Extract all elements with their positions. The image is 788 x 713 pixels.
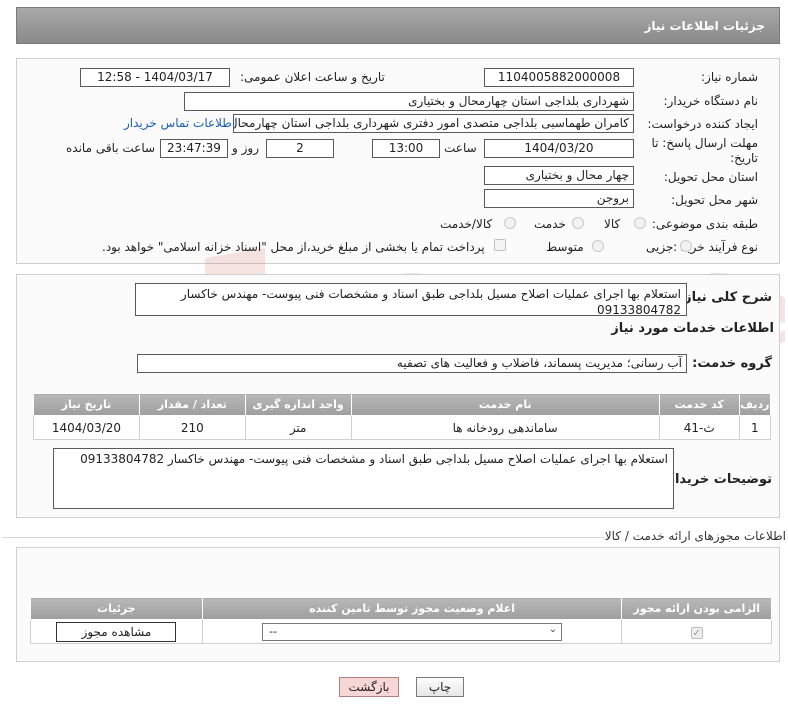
category-option-goods-service: کالا/خدمت xyxy=(440,217,493,231)
deadline-time-field: 13:00 xyxy=(372,139,440,158)
cell-quantity: 210 xyxy=(138,415,246,440)
buyer-contact-link[interactable]: اطلاعات تماس خریدار xyxy=(124,116,235,130)
city-label: شهر محل تحویل: xyxy=(671,193,758,207)
category-option-goods: کالا xyxy=(604,217,621,231)
col-service-code: کد خدمت xyxy=(658,393,740,416)
services-section-title: اطلاعات خدمات مورد نیاز xyxy=(611,321,774,336)
need-number-field: 1104005882000008 xyxy=(484,68,634,87)
province-field: چهار محال و بختیاری xyxy=(484,166,634,185)
permits-divider xyxy=(2,537,604,538)
page-header: جزئیات اطلاعات نیاز xyxy=(16,7,780,44)
category-option-service: خدمت xyxy=(534,217,566,231)
col-service-name: نام خدمت xyxy=(350,393,660,416)
treasury-payment-checkbox[interactable] xyxy=(494,239,506,251)
permits-table-header: الزامی بودن ارائه مجوز اعلام وضعیت مجوز … xyxy=(30,597,772,620)
service-group-field: آب رسانی؛ مدیریت پسماند، فاضلاب و فعالیت… xyxy=(137,354,687,373)
need-number-label: شماره نیاز: xyxy=(701,70,758,84)
cell-permit-details: مشاهده مجوز xyxy=(30,619,203,644)
process-radio-minor[interactable] xyxy=(680,240,692,252)
days-label: روز و xyxy=(232,141,259,155)
permit-status-select[interactable]: -- ⌄ xyxy=(262,622,563,641)
announce-datetime-field: 1404/03/17 - 12:58 xyxy=(80,68,230,87)
table-row: ✓ -- ⌄ مشاهده مجوز xyxy=(30,619,772,644)
buyer-org-label: نام دستگاه خریدار: xyxy=(663,94,759,108)
city-field: بروجن xyxy=(484,189,634,208)
col-need-date: تاریخ نیاز xyxy=(33,393,140,416)
chevron-down-icon: ⌄ xyxy=(548,623,558,635)
remaining-time-label: ساعت باقی مانده xyxy=(66,141,156,155)
cell-service-code: ث-41 xyxy=(658,415,740,440)
page-title: جزئیات اطلاعات نیاز xyxy=(644,19,765,33)
deadline-time-label: ساعت xyxy=(444,141,477,155)
summary-label: شرح کلی نیاز: xyxy=(678,290,772,305)
service-group-label: گروه خدمت: xyxy=(692,356,772,371)
creator-label: ایجاد کننده درخواست: xyxy=(647,117,758,131)
cell-permit-status: -- ⌄ xyxy=(201,619,623,644)
col-unit: واحد اندازه گیری xyxy=(244,393,352,416)
col-permit-details: جزئیات xyxy=(30,597,203,620)
permits-section-title: اطلاعات مجوزهای ارائه خدمت / کالا xyxy=(604,529,786,543)
creator-field: کامران طهماسبی بلداجی متصدی امور دفتری ش… xyxy=(233,114,634,133)
buyer-notes-label: توضیحات خریدار: xyxy=(662,472,772,487)
col-row: ردیف xyxy=(738,393,772,416)
process-option-minor: جزیی xyxy=(646,240,674,254)
view-permit-button[interactable]: مشاهده مجوز xyxy=(56,621,177,642)
services-table: ردیف کد خدمت نام خدمت واحد اندازه گیری ت… xyxy=(33,393,772,440)
col-permit-required: الزامی بودن ارائه مجوز xyxy=(621,597,772,620)
services-table-header: ردیف کد خدمت نام خدمت واحد اندازه گیری ت… xyxy=(33,393,772,416)
cell-row: 1 xyxy=(738,415,772,440)
permits-table: الزامی بودن ارائه مجوز اعلام وضعیت مجوز … xyxy=(30,597,772,644)
back-button[interactable]: بازگشت xyxy=(339,677,399,697)
buyer-org-field: شهرداری بلداجی استان چهارمحال و بختیاری xyxy=(184,92,634,111)
buyer-notes-textarea[interactable]: استعلام بها اجرای عملیات اصلاح مسیل بلدا… xyxy=(53,448,674,509)
category-label: طبقه بندی موضوعی: xyxy=(651,217,758,231)
remaining-time-field: 23:47:39 xyxy=(160,139,228,158)
permit-status-value: -- xyxy=(269,624,278,638)
permit-required-checkbox[interactable]: ✓ xyxy=(690,626,703,639)
cell-service-name: ساماندهی رودخانه ها xyxy=(350,415,660,440)
announce-datetime-label: تاریخ و ساعت اعلان عمومی: xyxy=(240,70,385,84)
table-row: 1 ث-41 ساماندهی رودخانه ها متر 210 1404/… xyxy=(33,415,772,440)
cell-unit: متر xyxy=(244,415,352,440)
days-field: 2 xyxy=(266,139,334,158)
summary-textarea[interactable]: استعلام بها اجرای عملیات اصلاح مسیل بلدا… xyxy=(135,283,687,317)
category-radio-service[interactable] xyxy=(572,217,584,229)
print-button[interactable]: چاپ xyxy=(416,677,464,697)
deadline-label: مهلت ارسال پاسخ: تا تاریخ: xyxy=(651,136,758,165)
category-radio-goods[interactable] xyxy=(634,217,646,229)
cell-need-date: 1404/03/20 xyxy=(33,415,140,440)
col-quantity: تعداد / مقدار xyxy=(138,393,246,416)
deadline-date-field: 1404/03/20 xyxy=(484,139,634,158)
province-label: استان محل تحویل: xyxy=(663,170,758,184)
process-option-medium: متوسط xyxy=(546,240,584,254)
treasury-payment-note: پرداخت تمام یا بخشی از مبلغ خرید،از محل … xyxy=(102,240,485,254)
process-radio-medium[interactable] xyxy=(592,240,604,252)
category-radio-goods-service[interactable] xyxy=(504,217,516,229)
cell-permit-required: ✓ xyxy=(621,619,772,644)
col-permit-status: اعلام وضعیت مجوز توسط تامین کننده xyxy=(201,597,623,620)
